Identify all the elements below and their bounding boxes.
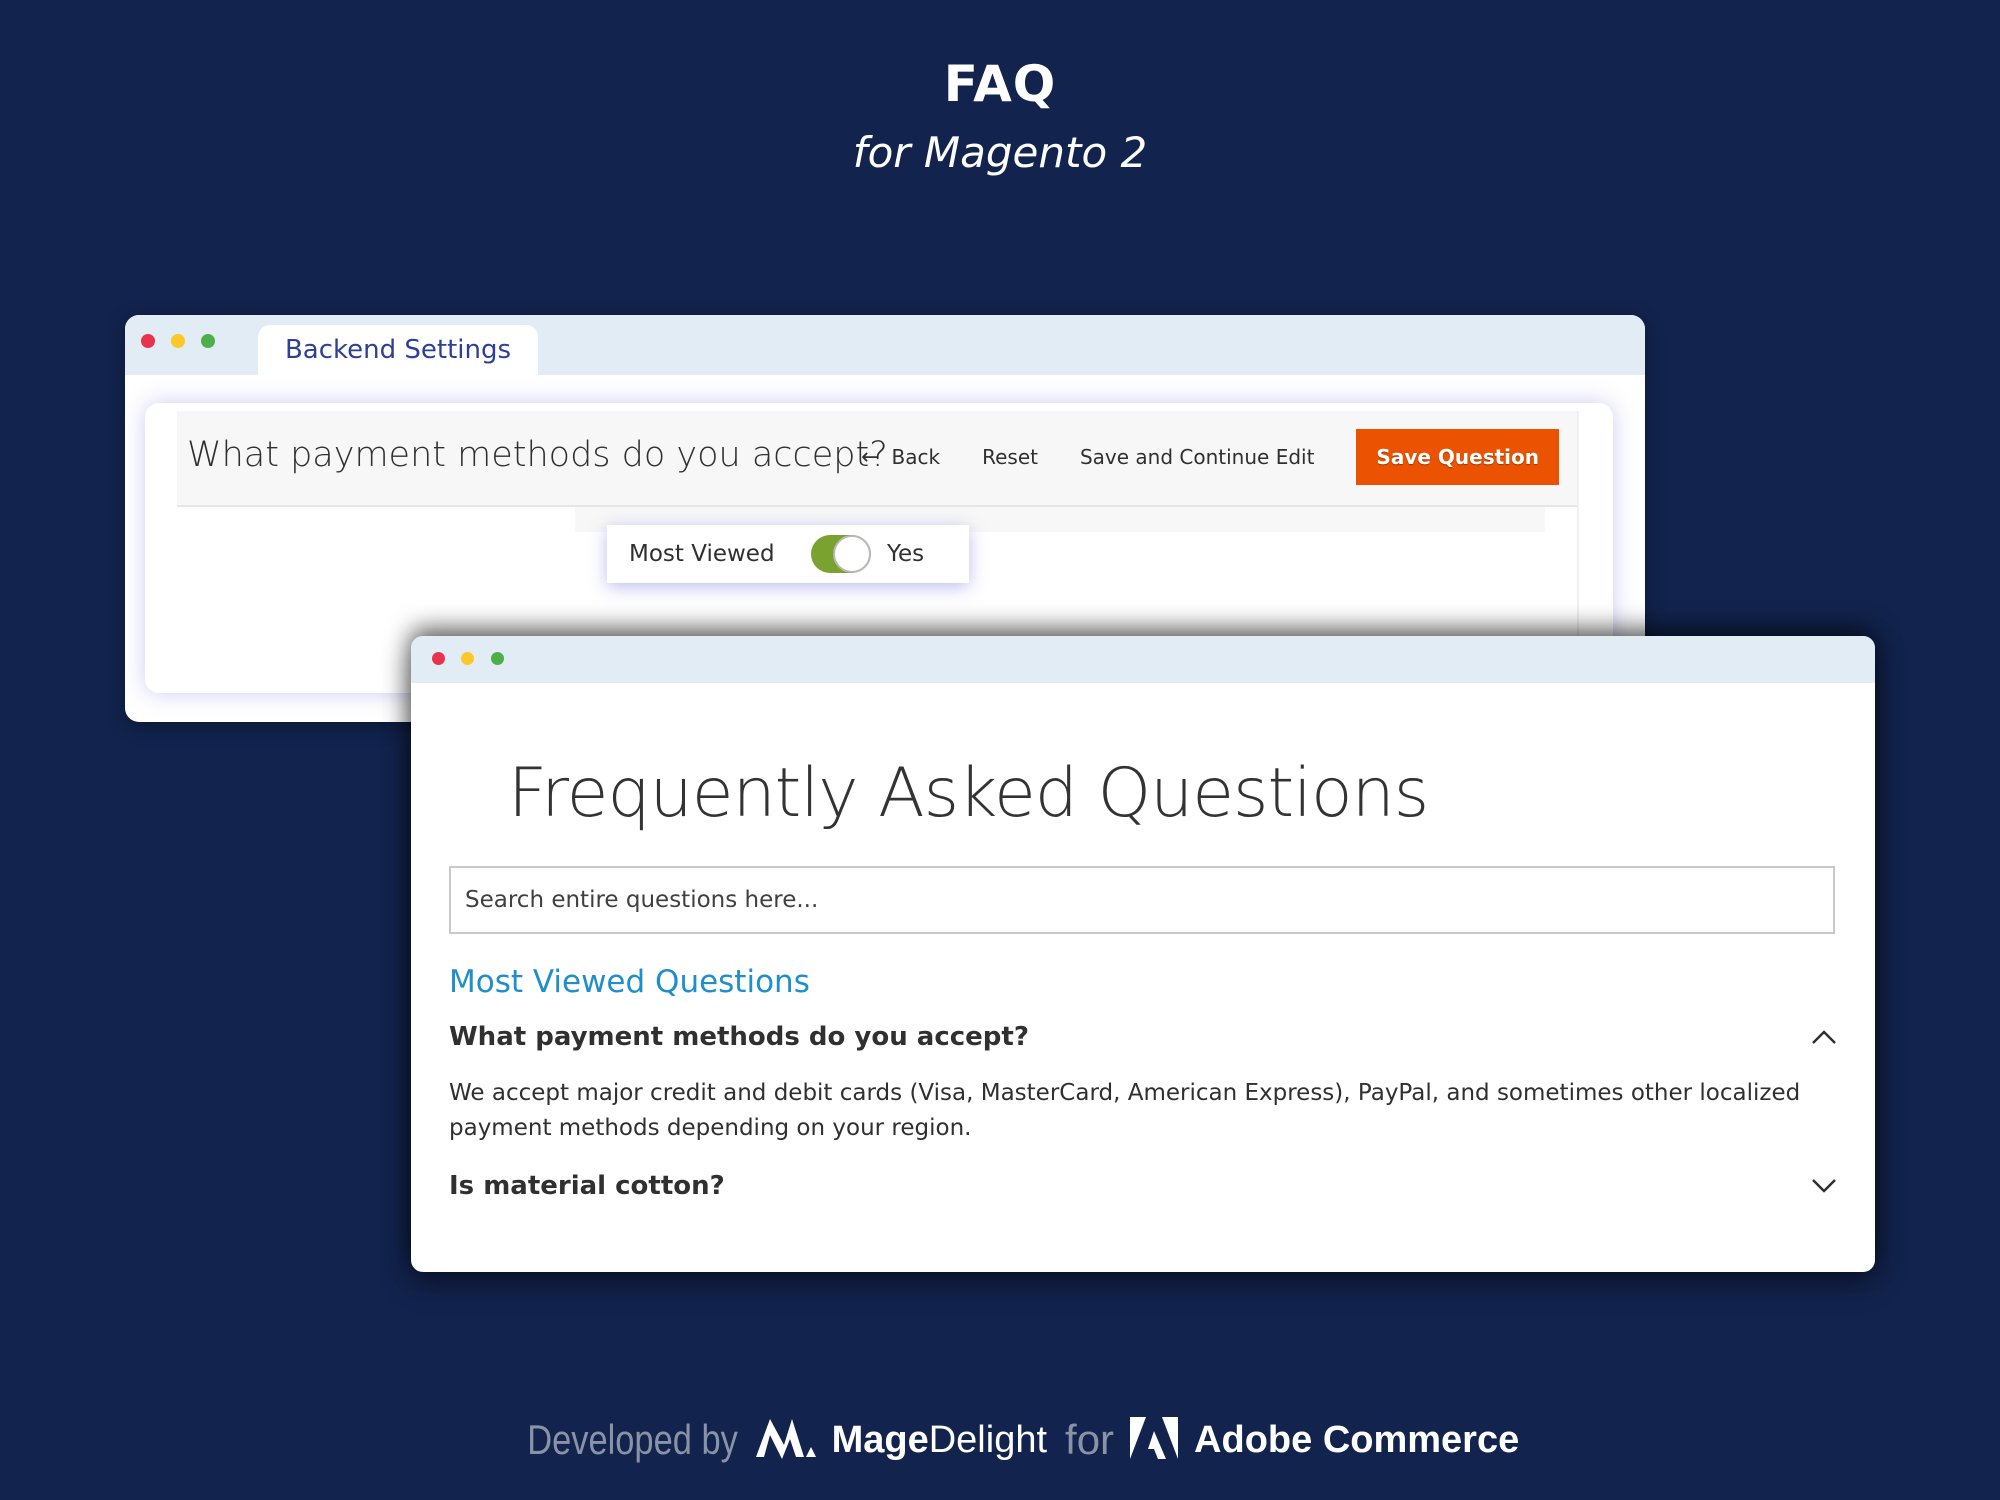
save-question-button[interactable]: Save Question <box>1356 429 1559 485</box>
arrow-left-icon: ← <box>861 444 880 470</box>
adobe-logo-icon <box>1130 1416 1179 1464</box>
back-button[interactable]: ← Back <box>861 445 940 470</box>
page-actions-bar: What payment methods do you accept? ← Ba… <box>177 411 1577 507</box>
faq-question-toggle[interactable]: What payment methods do you accept? <box>449 1022 1839 1052</box>
brand-name-bold: Mage <box>831 1418 929 1461</box>
faq-page-title: Frequently Asked Questions <box>508 754 1429 833</box>
minimize-window-dot[interactable] <box>461 652 474 665</box>
save-and-continue-button[interactable]: Save and Continue Edit <box>1080 445 1314 469</box>
most-viewed-toggle[interactable] <box>811 535 871 573</box>
toggle-state-label: Yes <box>887 541 925 567</box>
close-window-dot[interactable] <box>432 652 445 665</box>
tab-backend-settings[interactable]: Backend Settings <box>258 325 538 375</box>
maximize-window-dot[interactable] <box>491 652 504 665</box>
chevron-up-icon[interactable] <box>1809 1022 1839 1052</box>
footer-credits: Developed by Mage Delight for Adobe Comm… <box>0 1410 2000 1470</box>
reset-button[interactable]: Reset <box>982 445 1038 469</box>
for-label: for <box>1065 1416 1115 1463</box>
window-titlebar <box>411 636 1875 683</box>
faq-question: Is material cotton? <box>449 1171 725 1201</box>
faq-question-toggle[interactable]: Is material cotton? <box>449 1171 1839 1201</box>
most-viewed-label: Most Viewed <box>629 541 775 567</box>
most-viewed-setting: Most Viewed Yes <box>607 525 969 583</box>
faq-search-input[interactable] <box>449 866 1835 934</box>
minimize-window-dot[interactable] <box>171 334 185 348</box>
magedelight-logo-icon <box>754 1415 816 1466</box>
page-title: What payment methods do you accept? <box>187 435 888 475</box>
brand-name-light: Delight <box>928 1418 1048 1461</box>
maximize-window-dot[interactable] <box>201 334 215 348</box>
faq-answer: We accept major credit and debit cards (… <box>449 1080 1801 1141</box>
close-window-dot[interactable] <box>141 334 155 348</box>
platform-name: Adobe Commerce <box>1194 1418 1520 1461</box>
most-viewed-heading: Most Viewed Questions <box>449 964 810 1000</box>
window-titlebar: Backend Settings <box>125 315 1645 375</box>
toggle-knob <box>833 535 871 573</box>
frontend-faq-window: Frequently Asked Questions Most Viewed Q… <box>411 636 1875 1272</box>
hero-title: FAQ <box>943 55 1057 113</box>
back-label: Back <box>891 445 941 469</box>
developed-by-label: Developed by <box>526 1416 738 1463</box>
chevron-down-icon[interactable] <box>1809 1171 1839 1201</box>
faq-question: What payment methods do you accept? <box>449 1022 1029 1052</box>
page-actions: ← Back Reset Save and Continue Edit Save… <box>861 429 1559 485</box>
hero-subtitle: for Magento 2 <box>852 128 1148 177</box>
